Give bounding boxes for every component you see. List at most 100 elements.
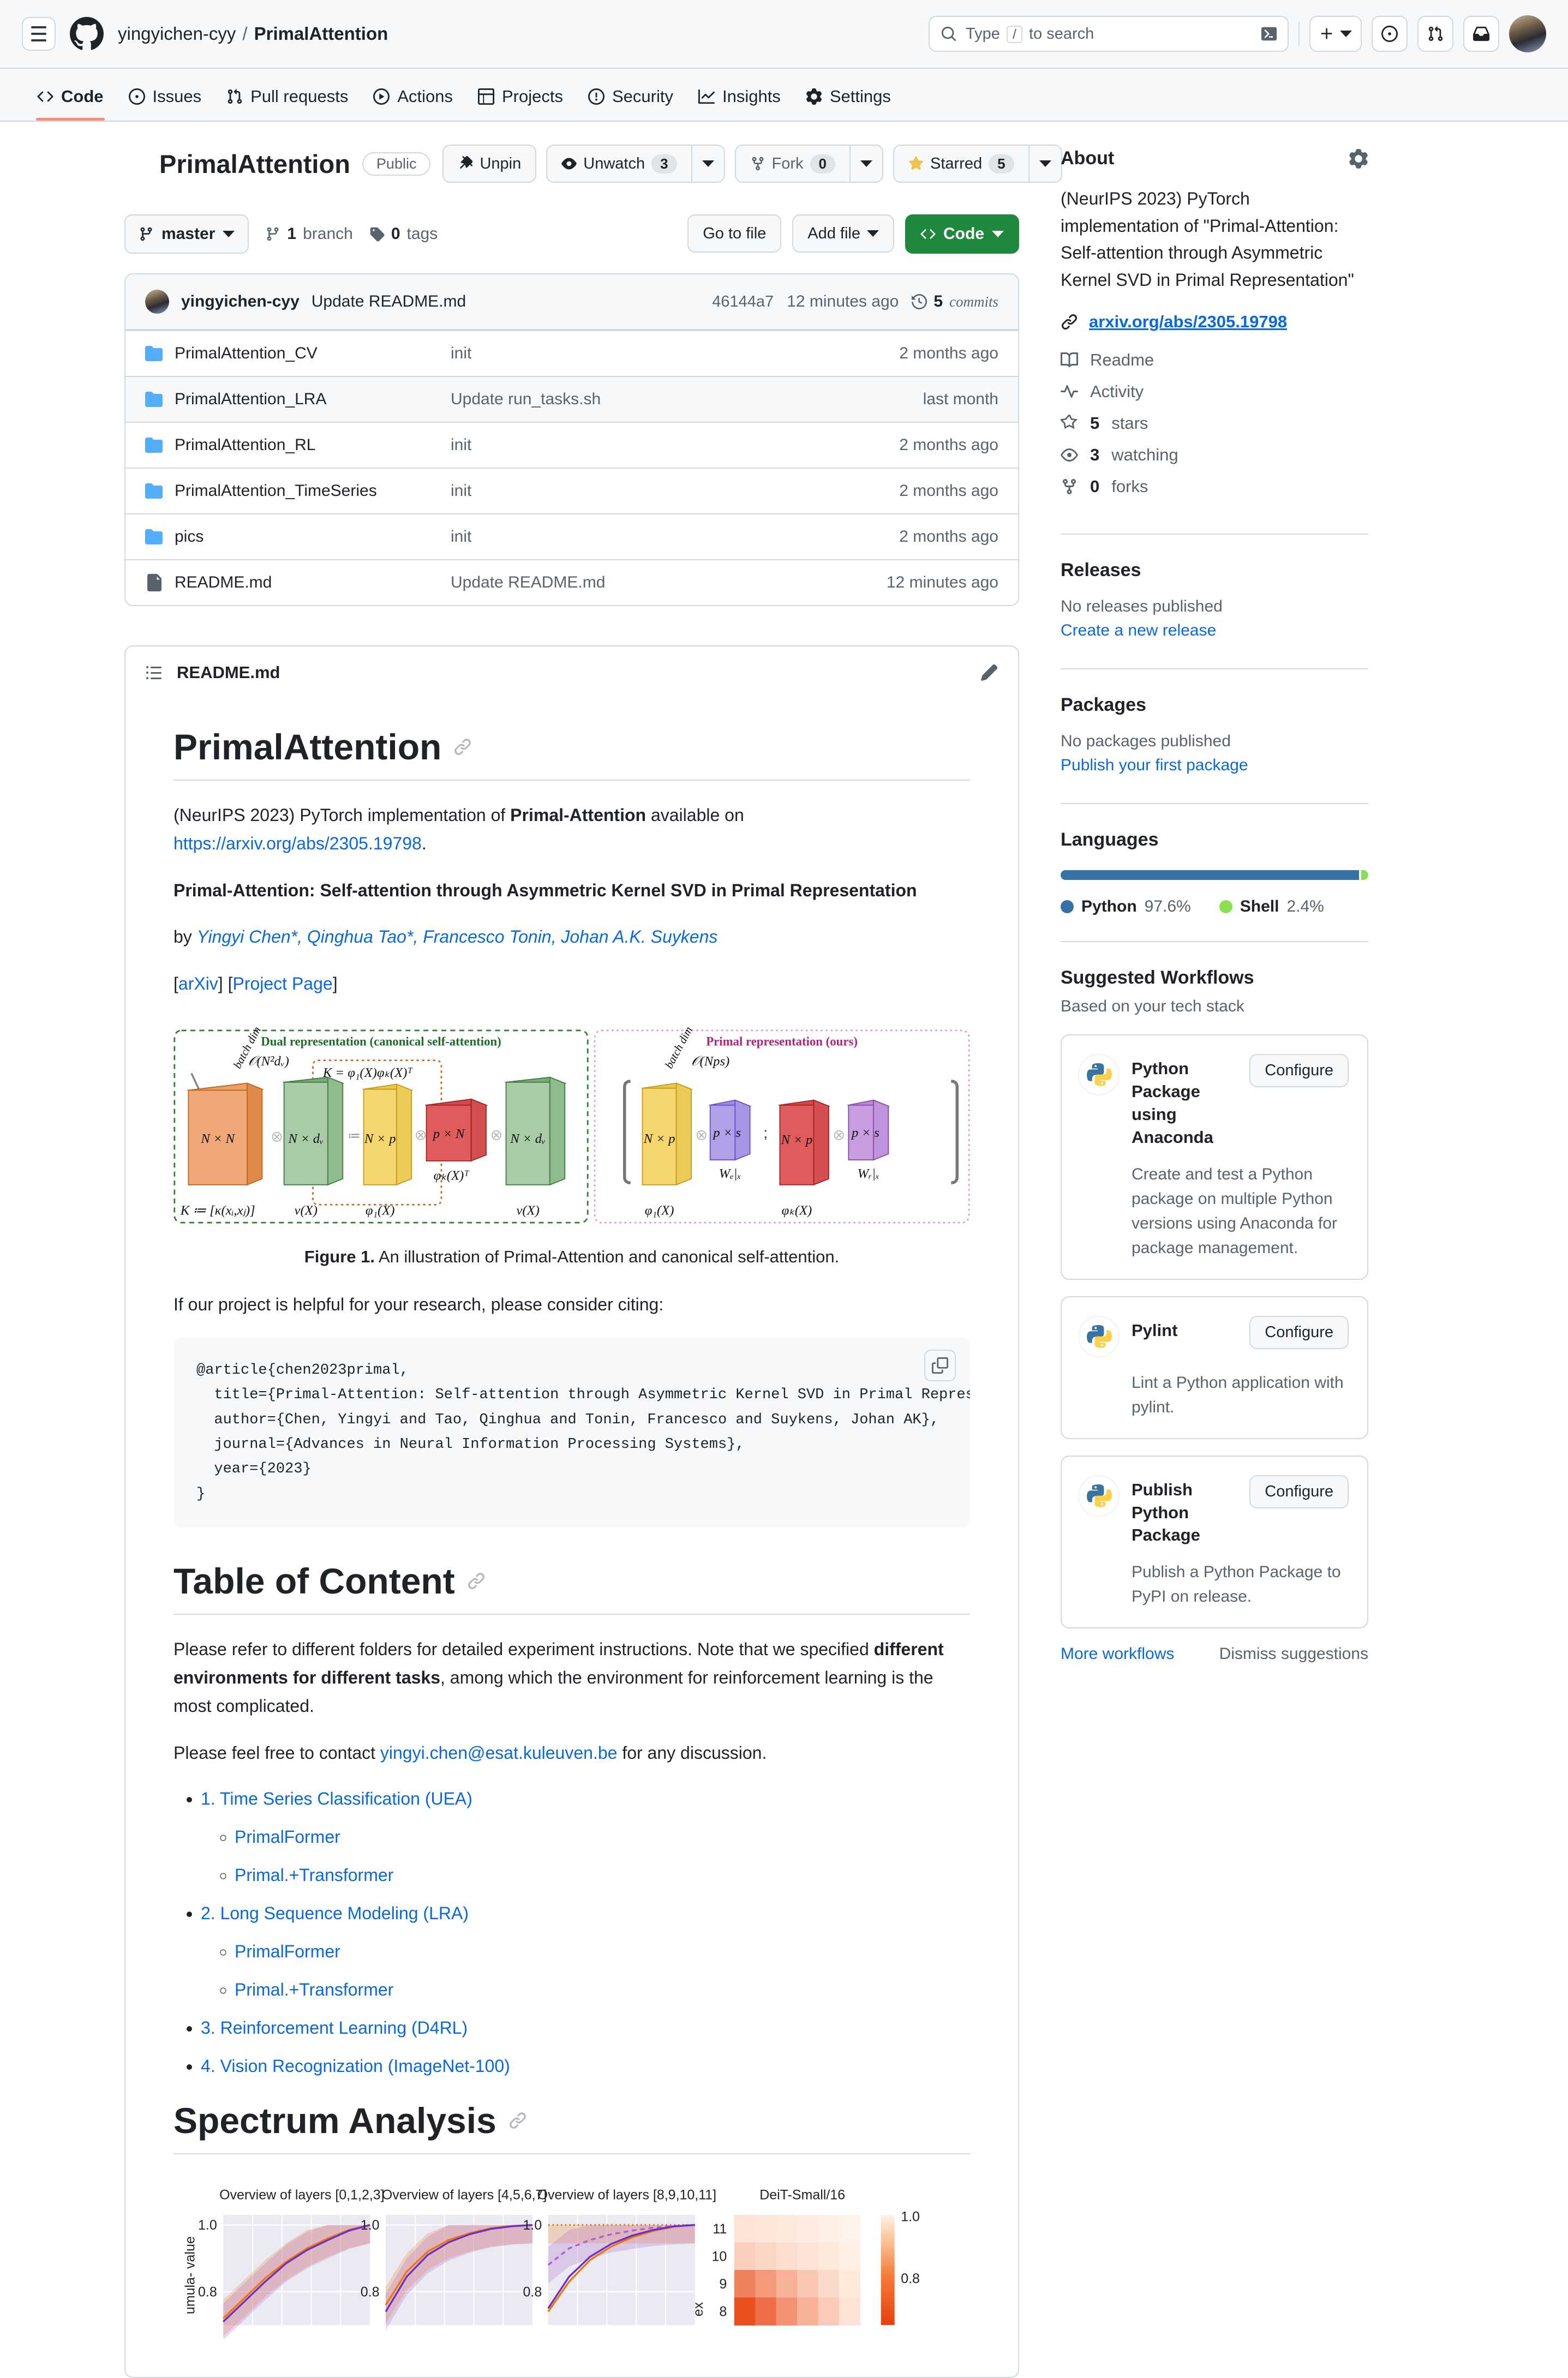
pencil-icon[interactable] (980, 663, 998, 682)
commit-message[interactable]: Update README.md (312, 292, 466, 311)
tab-actions[interactable]: Actions (362, 87, 464, 121)
breadcrumb-owner[interactable]: yingyichen-cyy (118, 23, 236, 44)
readme-link[interactable]: Readme (1061, 350, 1368, 370)
configure-button[interactable]: Configure (1249, 1475, 1349, 1508)
branch-selector[interactable]: master (124, 214, 249, 254)
configure-button[interactable]: Configure (1249, 1315, 1349, 1349)
list-unordered-icon[interactable] (145, 664, 163, 681)
table-row[interactable]: PrimalAttention_RL init 2 months ago (125, 422, 1018, 468)
toc-sublink[interactable]: Primal.+Transformer (235, 1865, 393, 1885)
stars-link[interactable]: 5 stars (1061, 414, 1368, 433)
add-file-button[interactable]: Add file (792, 214, 894, 253)
contact-email-link[interactable]: yingyi.chen@esat.kuleuven.be (380, 1743, 618, 1763)
toc-link[interactable]: 2. Long Sequence Modeling (LRA) (201, 1903, 469, 1923)
tab-issues-label: Issues (152, 87, 202, 106)
copy-button[interactable] (924, 1349, 956, 1381)
link-icon[interactable] (467, 1572, 486, 1590)
starred-button[interactable]: Starred 5 (893, 145, 1028, 183)
file-commit-message[interactable]: init (451, 436, 899, 454)
create-release-link[interactable]: Create a new release (1061, 621, 1368, 640)
language-item-python[interactable]: Python 97.6% (1061, 897, 1191, 916)
table-row[interactable]: PrimalAttention_TimeSeries init 2 months… (125, 468, 1018, 513)
unwatch-button[interactable]: Unwatch 3 (546, 145, 691, 183)
notifications-button[interactable] (1463, 16, 1499, 52)
inbox-icon (1473, 26, 1489, 41)
file-commit-message[interactable]: init (451, 482, 899, 500)
tab-insights[interactable]: Insights (687, 87, 792, 121)
branch-count-link[interactable]: 1 branch (265, 225, 353, 243)
workflow-card[interactable]: Publish Python Package Configure Publish… (1061, 1455, 1368, 1629)
file-name[interactable]: README.md (175, 573, 272, 592)
file-commit-message[interactable]: init (451, 344, 899, 363)
fork-button-group: Fork 0 (734, 145, 884, 183)
book-icon (1061, 352, 1078, 368)
tab-projects[interactable]: Projects (467, 87, 574, 121)
website-link[interactable]: arxiv.org/abs/2305.19798 (1089, 312, 1287, 332)
commit-meta: 46144a7 12 minutes ago 5 commits (712, 292, 998, 311)
file-commit-message[interactable]: Update run_tasks.sh (451, 390, 923, 409)
table-row[interactable]: pics init 2 months ago (125, 513, 1018, 559)
fork-dropdown-button[interactable] (849, 145, 884, 183)
tab-pull-requests[interactable]: Pull requests (216, 87, 359, 121)
unpin-button[interactable]: Unpin (442, 145, 537, 183)
pull-requests-button[interactable] (1417, 16, 1453, 52)
link-icon[interactable] (453, 738, 472, 756)
toc-sublink[interactable]: PrimalFormer (235, 1827, 340, 1847)
file-name[interactable]: PrimalAttention_CV (175, 344, 318, 363)
search-input[interactable]: Type / to search (929, 16, 1289, 52)
toc-link[interactable]: 3. Reinforcement Learning (D4RL) (201, 2018, 468, 2038)
readme-header: README.md (125, 646, 1018, 699)
tab-issues[interactable]: Issues (118, 87, 213, 121)
avatar[interactable] (1509, 15, 1546, 52)
toc-sublink[interactable]: PrimalFormer (235, 1942, 340, 1961)
commit-sha[interactable]: 46144a7 (712, 293, 774, 311)
tab-settings[interactable]: Settings (795, 87, 902, 121)
heatmap-cell (839, 2270, 861, 2298)
workflow-card[interactable]: Pylint Configure Lint a Python applicati… (1061, 1296, 1368, 1439)
hamburger-menu-icon[interactable] (22, 17, 56, 51)
file-name[interactable]: PrimalAttention_RL (175, 436, 315, 454)
arxiv-link[interactable]: arXiv (178, 974, 218, 993)
breadcrumb-repo[interactable]: PrimalAttention (254, 23, 388, 44)
issues-button[interactable] (1372, 16, 1408, 52)
configure-button[interactable]: Configure (1249, 1054, 1349, 1088)
tag-count-link[interactable]: 0 tags (369, 225, 438, 243)
file-name[interactable]: PrimalAttention_TimeSeries (175, 482, 377, 500)
activity-link[interactable]: Activity (1061, 382, 1368, 402)
tab-code[interactable]: Code (26, 87, 115, 121)
tab-projects-label: Projects (502, 87, 563, 106)
authors-link[interactable]: Yingyi Chen*, Qinghua Tao*, Francesco To… (197, 927, 718, 947)
create-new-button[interactable] (1309, 16, 1362, 52)
file-commit-message[interactable]: Update README.md (451, 573, 887, 592)
code-button[interactable]: Code (905, 214, 1019, 254)
toc-link[interactable]: 1. Time Series Classification (UEA) (201, 1789, 472, 1808)
publish-package-link[interactable]: Publish your first package (1061, 756, 1368, 775)
commit-count-link[interactable]: 5 commits (912, 292, 998, 311)
table-row[interactable]: PrimalAttention_LRA Update run_tasks.sh … (125, 376, 1018, 422)
go-to-file-button[interactable]: Go to file (687, 214, 782, 253)
watching-link[interactable]: 3 watching (1061, 445, 1368, 465)
project-page-link[interactable]: Project Page (232, 974, 332, 993)
fork-button[interactable]: Fork 0 (734, 145, 850, 183)
commit-author[interactable]: yingyichen-cyy (181, 292, 300, 311)
forks-link[interactable]: 0 forks (1061, 477, 1368, 496)
more-workflows-link[interactable]: More workflows (1061, 1645, 1174, 1663)
github-logo-icon[interactable] (70, 17, 104, 51)
heatmap-cell (734, 2215, 756, 2243)
file-commit-message[interactable]: init (451, 528, 899, 546)
arxiv-url-link[interactable]: https://arxiv.org/abs/2305.19798 (173, 834, 422, 853)
toc-link[interactable]: 4. Vision Recognization (ImageNet-100) (201, 2056, 510, 2076)
language-item-shell[interactable]: Shell 2.4% (1219, 897, 1324, 916)
table-row[interactable]: README.md Update README.md 12 minutes ag… (125, 559, 1018, 605)
toolbar-right-actions: Go to file Add file Code (687, 214, 1019, 254)
file-name[interactable]: PrimalAttention_LRA (175, 390, 326, 409)
file-name[interactable]: pics (175, 528, 204, 546)
gear-icon[interactable] (1349, 148, 1368, 169)
workflow-card[interactable]: Python Package using Anaconda Configure … (1061, 1034, 1368, 1280)
toc-sublink[interactable]: Primal.+Transformer (235, 1980, 393, 1999)
dismiss-suggestions-button[interactable]: Dismiss suggestions (1219, 1645, 1368, 1663)
link-icon[interactable] (508, 2111, 527, 2130)
tab-security[interactable]: Security (577, 87, 684, 121)
watch-dropdown-button[interactable] (691, 145, 725, 183)
table-row[interactable]: PrimalAttention_CV init 2 months ago (125, 330, 1018, 376)
